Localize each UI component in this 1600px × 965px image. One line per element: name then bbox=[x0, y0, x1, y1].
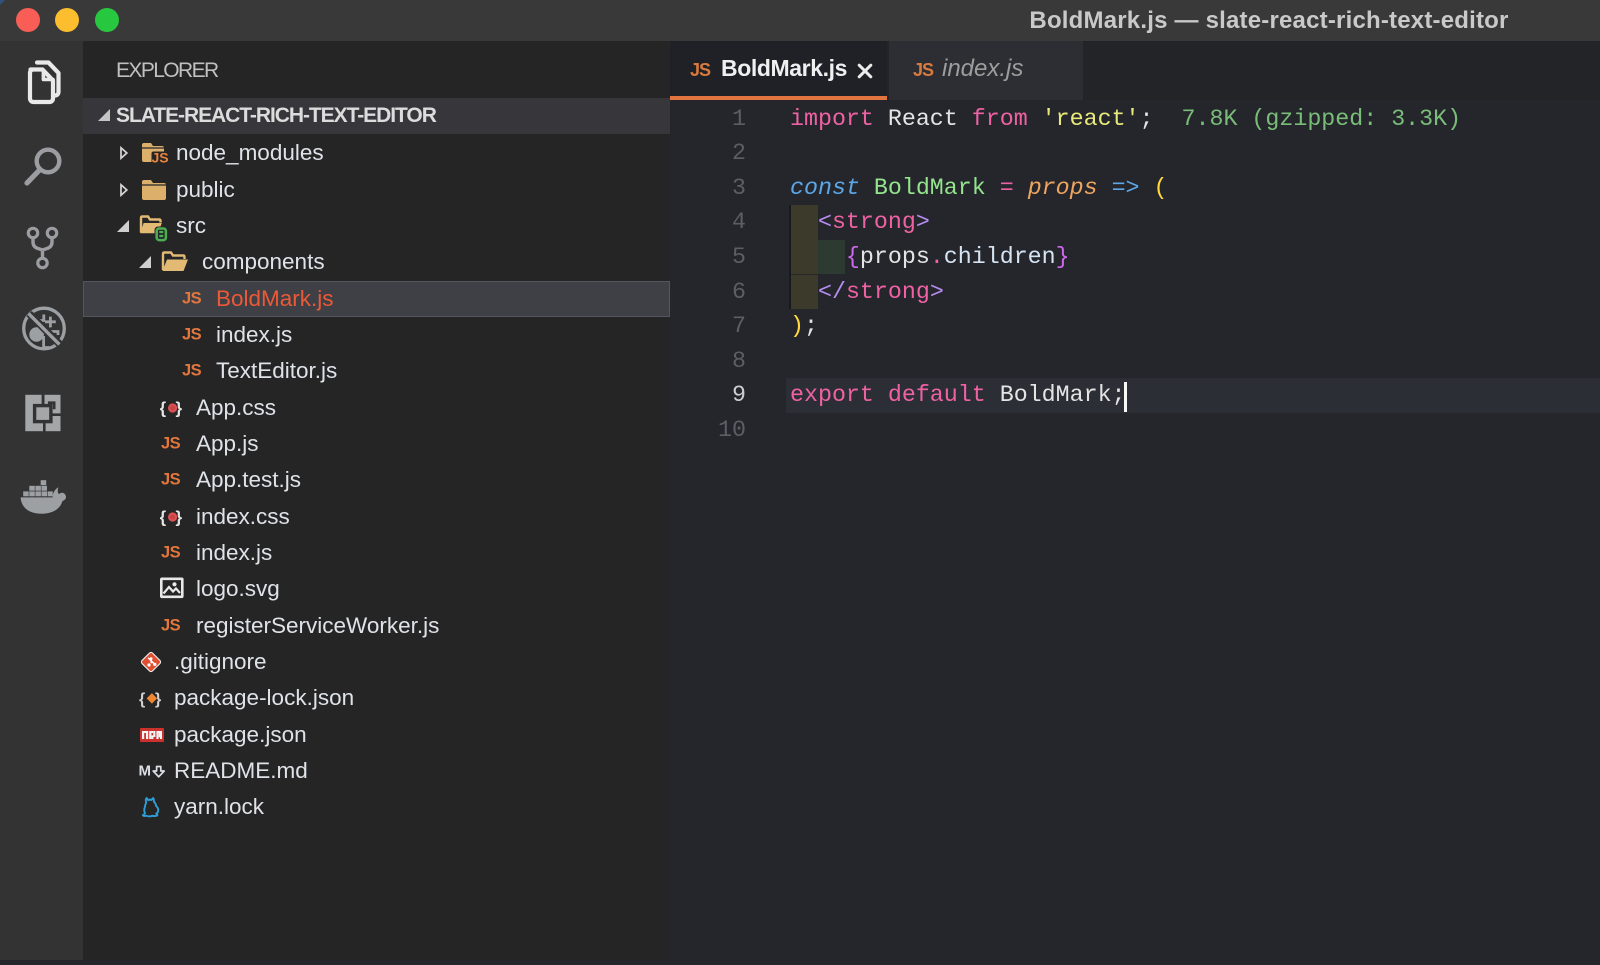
svg-text:JS: JS bbox=[161, 543, 181, 561]
svg-text:JS: JS bbox=[161, 434, 181, 452]
svg-text:JS: JS bbox=[182, 289, 202, 307]
svg-text:JS: JS bbox=[182, 326, 202, 344]
svg-text:{: { bbox=[160, 398, 167, 417]
svg-text:{: { bbox=[160, 507, 167, 526]
svg-text:{: { bbox=[139, 691, 145, 708]
svg-text:JS: JS bbox=[151, 150, 168, 166]
svg-text:JS: JS bbox=[182, 362, 202, 380]
svg-text:M: M bbox=[139, 762, 151, 779]
svg-text:JS: JS bbox=[161, 471, 181, 489]
svg-text:JS: JS bbox=[161, 616, 181, 634]
